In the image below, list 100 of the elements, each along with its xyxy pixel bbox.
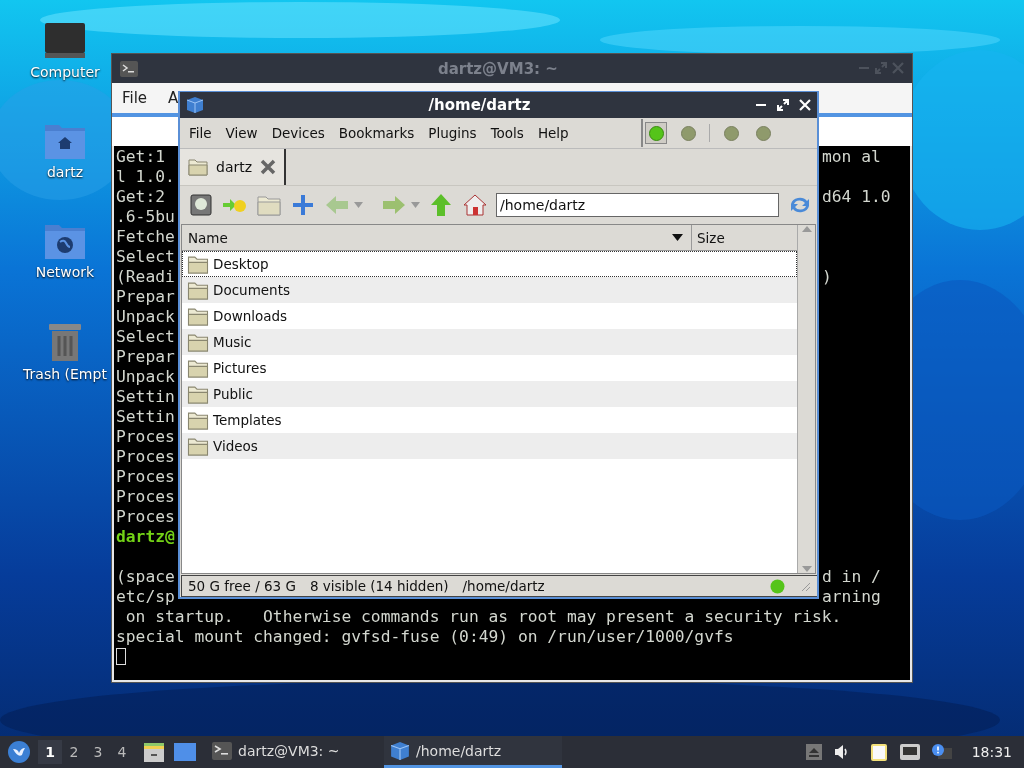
cube-icon (186, 96, 204, 114)
terminal-icon (120, 60, 138, 77)
workspace-button[interactable]: 2 (62, 740, 86, 764)
terminal-line: (space (116, 567, 175, 586)
workspace-button[interactable]: 1 (38, 740, 62, 764)
workspace-button[interactable]: 3 (86, 740, 110, 764)
window-title: dartz@VM3: ~ (436, 59, 559, 78)
sort-caret-icon (672, 234, 683, 241)
menu-item[interactable]: Help (537, 125, 569, 141)
file-row[interactable]: Documents (182, 277, 797, 303)
back-arrow-icon[interactable] (324, 193, 350, 217)
terminal-line: special mount changed: gvfsd-fuse (0:49) on /run/user/1000/gvfs (116, 627, 734, 647)
home-folder-icon (44, 122, 86, 160)
folder-icon (188, 158, 208, 176)
terminal-line: Select (116, 247, 175, 266)
terminal-line: on startup. Otherwise commands run as root may present a security risk. (124, 607, 842, 627)
scrollbar[interactable] (797, 225, 815, 573)
terminal-line: Get:1 (116, 147, 165, 166)
folder-icon (187, 384, 209, 404)
terminal-line: Unpack (116, 307, 175, 326)
cube-icon (390, 740, 410, 761)
start-menu-icon[interactable] (8, 741, 30, 763)
terminal-line: d in / (822, 567, 881, 586)
forward-arrow-icon[interactable] (381, 193, 407, 217)
file-row[interactable]: Desktop (182, 251, 797, 277)
terminal-line: Proces (116, 447, 175, 466)
terminal-line: ) (822, 267, 832, 286)
resize-grip-icon[interactable] (799, 580, 811, 592)
terminal-line: mon al (822, 147, 881, 166)
volume-icon[interactable] (833, 744, 850, 760)
terminal-line: .6-5bu (116, 207, 175, 226)
terminal-line: Prepar (116, 347, 175, 366)
workspace-button[interactable]: 4 (110, 740, 134, 764)
close-tab-icon[interactable] (260, 159, 277, 175)
folder-icon[interactable] (256, 193, 282, 217)
monitor-icon (44, 22, 86, 60)
menu-item[interactable]: File (189, 125, 212, 141)
terminal-icon (212, 741, 232, 760)
terminal-line: Select (116, 327, 175, 346)
folder-icon (187, 306, 209, 326)
status-indicator-icon (770, 578, 785, 594)
file-row[interactable]: Videos (182, 433, 797, 459)
trash-icon (47, 322, 83, 362)
terminal-line: d64 1.0 (822, 187, 891, 206)
window-title: /home/dartz (427, 96, 532, 114)
terminal-line: Proces (116, 467, 175, 486)
menu-item[interactable]: Bookmarks (338, 125, 415, 141)
drive-icon[interactable] (188, 193, 214, 217)
clock: 18:31 (971, 744, 1012, 760)
path-field[interactable]: /home/dartz (496, 193, 779, 217)
menu-item[interactable]: Plugins (428, 125, 477, 141)
home-icon[interactable] (462, 193, 488, 217)
dropdown-caret-icon[interactable] (411, 202, 420, 208)
clipboard-icon[interactable] (869, 742, 888, 762)
menu-item[interactable]: Devices (271, 125, 325, 141)
file-row[interactable]: Templates (182, 407, 797, 433)
scroll-up-icon[interactable] (801, 225, 812, 233)
globe-folder-icon (44, 222, 86, 260)
terminal-line: Unpack (116, 367, 175, 386)
file-row[interactable]: Downloads (182, 303, 797, 329)
column-header[interactable]: Size (692, 225, 797, 250)
menu-item[interactable]: Tools (490, 125, 524, 141)
taskbar-task[interactable]: dartz@VM3: ~ (206, 736, 384, 768)
terminal-line: etc/sp (116, 587, 175, 606)
taskbar-task[interactable]: /home/dartz (384, 736, 562, 768)
terminal-line: Settin (116, 387, 175, 406)
tab[interactable]: dartz (180, 149, 287, 185)
status-text: 8 visible (14 hidden) (309, 578, 449, 594)
file-cabinet-icon[interactable] (144, 741, 164, 763)
file-row[interactable]: Pictures (182, 355, 797, 381)
terminal-line: Get:2 (116, 187, 165, 206)
folder-icon (187, 410, 209, 430)
terminal-line: Proces (116, 507, 175, 526)
network-icon[interactable] (899, 744, 920, 760)
terminal-line: Fetche (116, 227, 175, 246)
folder-icon (187, 280, 209, 300)
up-arrow-icon[interactable] (428, 193, 454, 217)
folder-icon (187, 358, 209, 378)
shell-prompt: dartz@ (116, 527, 175, 546)
terminal-line: Proces (116, 427, 175, 446)
column-header[interactable]: Name (182, 225, 692, 250)
file-row[interactable]: Music (182, 329, 797, 355)
terminal-line: (Readi (116, 267, 175, 286)
desktop-icon-label[interactable]: Trash (Empt (23, 366, 107, 382)
menu-item[interactable]: File (122, 89, 148, 107)
text-cursor (116, 648, 126, 665)
pane-toggle-button[interactable] (645, 122, 667, 144)
notification-icon[interactable] (931, 744, 952, 760)
status-text: 50 G free / 63 G (188, 578, 296, 594)
dropdown-caret-icon[interactable] (354, 202, 363, 208)
menu-item[interactable]: A (168, 89, 179, 107)
file-row[interactable]: Public (182, 381, 797, 407)
plus-icon[interactable] (290, 193, 316, 217)
terminal-line: Settin (116, 407, 175, 426)
folder-icon (187, 254, 209, 274)
menu-item[interactable]: View (225, 125, 258, 141)
eject-icon[interactable] (805, 744, 822, 760)
terminal-line: arning (822, 587, 881, 606)
desktop-icon-label[interactable]: Network (35, 264, 95, 280)
scroll-down-icon[interactable] (801, 565, 812, 573)
